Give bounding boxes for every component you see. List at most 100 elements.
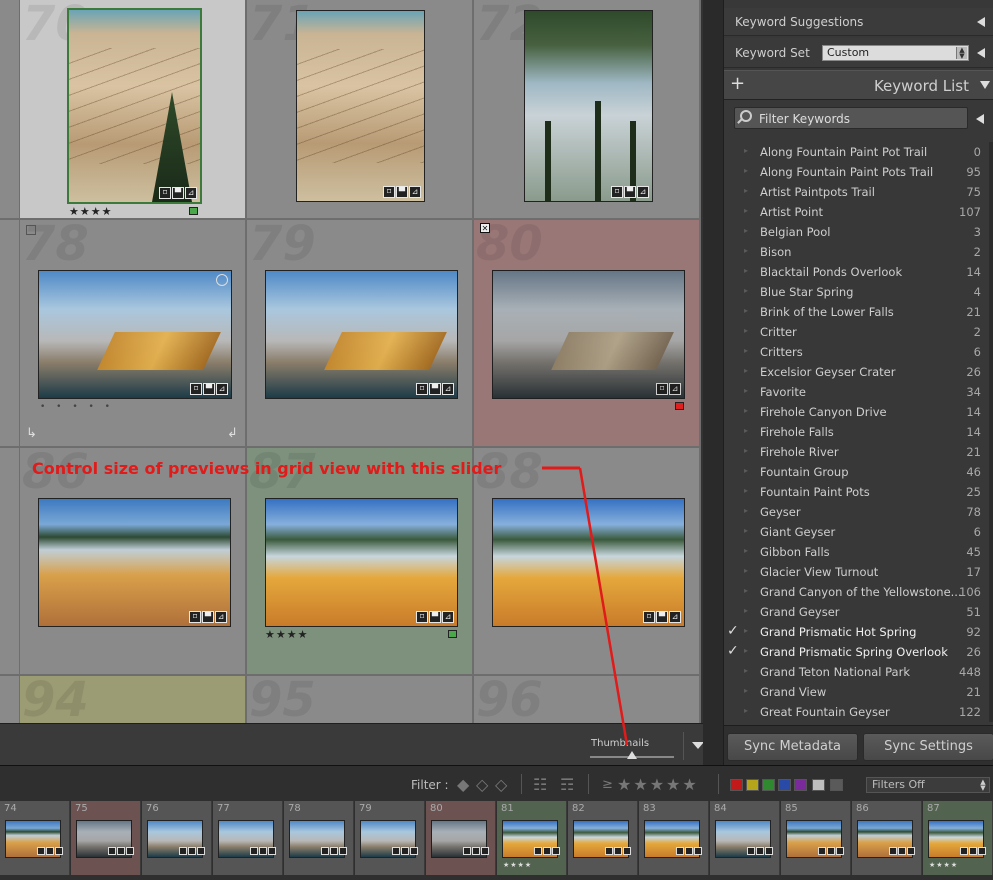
keyword-row[interactable]: ▸ Blue Star Spring 4 xyxy=(724,282,993,302)
disclosure-arrow-icon[interactable]: ▸ xyxy=(744,626,748,635)
keyword-row[interactable]: ▸ Along Fountain Paint Pots Trail 95 xyxy=(724,162,993,182)
disclosure-arrow-icon[interactable]: ▸ xyxy=(744,546,748,555)
grid-cell[interactable]: 95 xyxy=(247,676,473,723)
rating-dots[interactable]: • • • • • xyxy=(40,402,114,412)
flag-filter-rejected-icon[interactable]: ◇ xyxy=(495,775,507,794)
filmstrip-thumbnail[interactable]: 83 xyxy=(639,801,709,875)
unedited-filter-icon[interactable]: ☶ xyxy=(560,775,574,794)
filmstrip-thumbnail[interactable]: 80 xyxy=(426,801,496,875)
filmstrip-thumbnail[interactable]: 82 xyxy=(568,801,638,875)
collapse-left-icon[interactable] xyxy=(976,114,984,124)
disclosure-arrow-icon[interactable]: ▸ xyxy=(744,186,748,195)
filmstrip-thumbnail[interactable]: 84 xyxy=(710,801,780,875)
rejected-flag-icon[interactable]: ✕ xyxy=(480,223,490,233)
keyword-row[interactable]: ▸ Fountain Paint Pots 25 xyxy=(724,482,993,502)
disclosure-arrow-icon[interactable]: ▸ xyxy=(744,506,748,515)
color-filter-other[interactable] xyxy=(812,779,825,791)
disclosure-arrow-icon[interactable]: ▸ xyxy=(744,666,748,675)
select-stepper-icon[interactable]: ▲ ▼ xyxy=(956,47,967,60)
photo-thumbnail[interactable]: ⌑ ⊿ xyxy=(492,270,685,399)
photo-thumbnail[interactable]: ⌑ ▀ ⊿ xyxy=(38,270,232,399)
disclosure-arrow-icon[interactable]: ▸ xyxy=(744,166,748,175)
sync-metadata-button[interactable]: Sync Metadata xyxy=(727,733,858,761)
disclosure-arrow-icon[interactable]: ▸ xyxy=(744,226,748,235)
disclosure-arrow-icon[interactable]: ▸ xyxy=(744,146,748,155)
color-filter-red[interactable] xyxy=(730,779,743,791)
flag-icon[interactable] xyxy=(26,225,36,235)
color-filter-blue[interactable] xyxy=(778,779,791,791)
select-stepper-icon[interactable]: ▲ ▼ xyxy=(978,779,988,792)
disclosure-arrow-icon[interactable]: ▸ xyxy=(744,646,748,655)
disclosure-arrow-icon[interactable]: ▸ xyxy=(744,686,748,695)
filmstrip-thumbnail[interactable]: 77 xyxy=(213,801,283,875)
filmstrip-thumbnail[interactable]: 74 xyxy=(0,801,70,875)
keyword-row[interactable]: ▸ Geyser 78 xyxy=(724,502,993,522)
disclosure-arrow-icon[interactable]: ▸ xyxy=(744,426,748,435)
sync-settings-button[interactable]: Sync Settings xyxy=(863,733,993,761)
edit-filter-icon[interactable]: ☷ xyxy=(533,775,547,794)
disclosure-arrow-icon[interactable]: ▸ xyxy=(744,386,748,395)
keyword-row[interactable]: ▸ Firehole Canyon Drive 14 xyxy=(724,402,993,422)
rotate-left-icon[interactable]: ↳ xyxy=(26,426,37,441)
keyword-row[interactable]: ▸ Grand Canyon of the Yellowstone... 106 xyxy=(724,582,993,602)
color-filter-green[interactable] xyxy=(762,779,775,791)
keyword-row[interactable]: ▸ Gibbon Falls 45 xyxy=(724,542,993,562)
photo-thumbnail[interactable]: ⌑ ▀ ⊿ xyxy=(296,10,425,202)
star-rating[interactable]: ★★★★ xyxy=(265,628,308,641)
photo-thumbnail[interactable]: ⌑ ▀ ⊿ xyxy=(492,498,685,627)
grid-cell[interactable]: 72 ⌑ ▀ ⊿ xyxy=(474,0,700,219)
keyword-row[interactable]: ▸ Giant Geyser 6 xyxy=(724,522,993,542)
disclosure-arrow-icon[interactable]: ▸ xyxy=(744,306,748,315)
disclosure-arrow-icon[interactable]: ▸ xyxy=(744,486,748,495)
filmstrip-thumbnail[interactable]: 87 ★★★★ xyxy=(923,801,993,875)
collapse-left-icon[interactable] xyxy=(977,48,985,58)
grid-cell-partial[interactable] xyxy=(0,0,20,219)
thumbnail-size-slider-knob[interactable] xyxy=(627,751,637,759)
grid-cell[interactable]: 78 ⌑ ▀ ⊿ • • • • • ↳ ↲ xyxy=(20,220,246,447)
grid-cell[interactable]: 88 ⌑ ▀ ⊿ xyxy=(474,448,700,675)
keyword-row[interactable]: ▸ Grand View 21 xyxy=(724,682,993,702)
filmstrip-thumbnail[interactable]: 76 xyxy=(142,801,212,875)
keyword-row[interactable]: ✓ ▸ Grand Prismatic Hot Spring 92 xyxy=(724,622,993,642)
disclosure-arrow-icon[interactable]: ▸ xyxy=(744,246,748,255)
grid-cell[interactable]: 94 xyxy=(20,676,246,723)
filmstrip-thumbnail[interactable]: 78 xyxy=(284,801,354,875)
keyword-row[interactable]: ▸ Blacktail Ponds Overlook 14 xyxy=(724,262,993,282)
keyword-row[interactable]: ▸ Bison 2 xyxy=(724,242,993,262)
keyword-row[interactable]: ▸ Favorite 34 xyxy=(724,382,993,402)
keyword-row[interactable]: ▸ Belgian Pool 3 xyxy=(724,222,993,242)
grid-cell-partial[interactable] xyxy=(0,676,20,723)
keyword-row[interactable]: ▸ Fountain Group 46 xyxy=(724,462,993,482)
flag-filter-unflagged-icon[interactable]: ◇ xyxy=(476,775,488,794)
keyword-set-select[interactable]: Custom ▲ ▼ xyxy=(822,45,969,61)
keyword-row[interactable]: ▸ Grand Geyser 51 xyxy=(724,602,993,622)
checkmark-icon[interactable]: ✓ xyxy=(727,623,739,639)
disclosure-arrow-icon[interactable]: ▸ xyxy=(744,346,748,355)
disclosure-arrow-icon[interactable]: ▸ xyxy=(744,406,748,415)
disclosure-arrow-icon[interactable]: ▸ xyxy=(744,286,748,295)
keyword-row[interactable]: ▸ Firehole River 21 xyxy=(724,442,993,462)
disclosure-arrow-icon[interactable]: ▸ xyxy=(744,606,748,615)
grid-cell[interactable]: 86 ⌑ ▀ ⊿ xyxy=(20,448,246,675)
filmstrip-thumbnail[interactable]: 79 xyxy=(355,801,425,875)
disclosure-arrow-icon[interactable]: ▸ xyxy=(744,586,748,595)
disclosure-arrow-icon[interactable]: ▸ xyxy=(744,446,748,455)
keyword-row[interactable]: ✓ ▸ Grand Prismatic Spring Overlook 26 xyxy=(724,642,993,662)
star-rating[interactable]: ★★★★ xyxy=(69,205,112,218)
keyword-row[interactable]: ▸ Critters 6 xyxy=(724,342,993,362)
filmstrip-thumbnail[interactable]: 85 xyxy=(781,801,851,875)
keyword-row[interactable]: ▸ Excelsior Geyser Crater 26 xyxy=(724,362,993,382)
photo-thumbnail[interactable]: ⌑ ▀ ⊿ xyxy=(265,270,458,399)
expand-down-icon[interactable] xyxy=(980,81,990,89)
keyword-row[interactable]: ▸ Along Fountain Paint Pot Trail 0 xyxy=(724,142,993,162)
photo-thumbnail[interactable]: ⌑ ▀ ⊿ xyxy=(524,10,653,202)
disclosure-arrow-icon[interactable]: ▸ xyxy=(744,366,748,375)
grid-cell[interactable]: 71 ⌑ ▀ ⊿ xyxy=(247,0,473,219)
grid-cell[interactable]: 96 xyxy=(474,676,700,723)
keyword-row[interactable]: ▸ Glacier View Turnout 17 xyxy=(724,562,993,582)
filter-preset-select[interactable]: Filters Off ▲ ▼ xyxy=(866,777,990,793)
keyword-row[interactable]: ▸ Grand Teton National Park 448 xyxy=(724,662,993,682)
filter-keywords-input[interactable]: Filter Keywords xyxy=(734,107,968,129)
grid-cell[interactable]: 80 ✕ ⌑ ⊿ xyxy=(474,220,700,447)
filmstrip-thumbnail[interactable]: 86 xyxy=(852,801,922,875)
